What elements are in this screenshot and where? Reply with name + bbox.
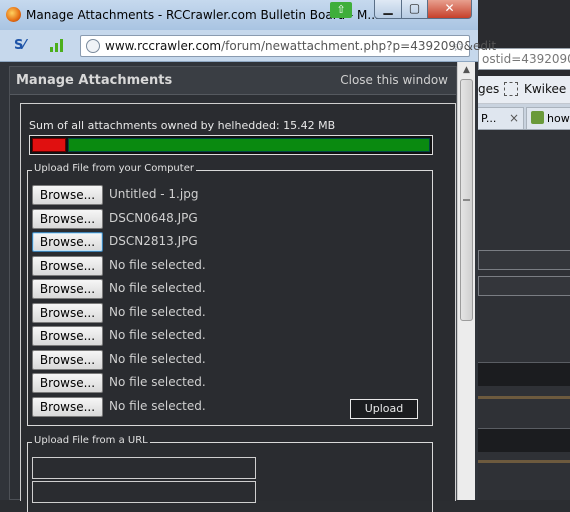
navigation-bar: S⁄ www.rccrawler.com/forum/newattachment… bbox=[0, 30, 496, 62]
panel-header: Manage Attachments Close this window bbox=[10, 67, 456, 95]
file-name: No file selected. bbox=[109, 375, 206, 389]
background-url-text: ostid=4392090 bbox=[482, 52, 570, 66]
browse-button[interactable]: Browse... bbox=[32, 373, 103, 393]
file-row: Browse... DSCN0648.JPG bbox=[32, 208, 422, 229]
browse-button[interactable]: Browse... bbox=[32, 255, 103, 276]
file-row: Browse... No file selected. bbox=[32, 279, 422, 299]
browse-button[interactable]: Browse... bbox=[32, 279, 103, 299]
attachments-sum-text: Sum of all attachments owned by helhedde… bbox=[29, 119, 336, 132]
file-row: Browse... DSCN2813.JPG bbox=[32, 232, 422, 252]
stumbleupon-icon[interactable]: S⁄ bbox=[14, 38, 32, 54]
file-row: Browse... Untitled - 1.jpg bbox=[32, 185, 422, 205]
url-input[interactable] bbox=[32, 457, 256, 479]
quota-used-segment bbox=[32, 138, 66, 152]
page-content: Manage Attachments Close this window Sum… bbox=[0, 62, 478, 512]
quota-free-segment bbox=[68, 138, 430, 152]
maximize-button[interactable]: ▢ bbox=[401, 0, 428, 19]
bookmark-star-icon[interactable]: ☆ bbox=[452, 37, 465, 55]
url-host: www.rccrawler.com bbox=[105, 39, 222, 53]
upload-from-computer-group: Upload File from your Computer Browse...… bbox=[27, 163, 433, 426]
manage-attachments-panel: Manage Attachments Close this window Sum… bbox=[9, 66, 457, 512]
background-row bbox=[478, 362, 570, 386]
background-tab-strip: P... × how r bbox=[470, 104, 570, 130]
url-text: www.rccrawler.com/forum/newattachment.ph… bbox=[105, 39, 496, 53]
background-row bbox=[478, 428, 570, 452]
scrollbar-grip-icon bbox=[463, 199, 470, 201]
browse-button[interactable]: Browse... bbox=[32, 185, 103, 205]
background-bookmarks-bar: ges Kwikee bbox=[470, 76, 570, 104]
upload-notification-icon[interactable]: ⇧ bbox=[330, 2, 352, 18]
file-name: No file selected. bbox=[109, 281, 206, 295]
background-divider bbox=[478, 396, 570, 399]
firefox-icon bbox=[6, 7, 21, 22]
file-name: No file selected. bbox=[109, 398, 206, 413]
attachments-popup-window: Manage Attachments - RCCrawler.com Bulle… bbox=[0, 0, 496, 512]
file-name: DSCN0648.JPG bbox=[109, 210, 198, 225]
vertical-scrollbar[interactable]: ▲ bbox=[457, 62, 475, 500]
browse-button[interactable]: Browse... bbox=[32, 396, 103, 417]
file-name: No file selected. bbox=[109, 304, 206, 319]
file-name: DSCN2813.JPG bbox=[109, 234, 198, 248]
bookmark-item[interactable]: Kwikee bbox=[524, 82, 566, 96]
bookmark-item[interactable]: ges bbox=[478, 82, 499, 96]
background-tab[interactable]: P... × bbox=[476, 107, 524, 129]
file-row: Browse... No file selected. bbox=[32, 373, 422, 393]
plant-favicon-icon bbox=[531, 111, 544, 124]
scrollbar-thumb[interactable] bbox=[460, 79, 473, 321]
scroll-up-arrow-icon[interactable]: ▲ bbox=[458, 62, 475, 79]
signal-bars-icon[interactable] bbox=[50, 38, 66, 52]
file-name: No file selected. bbox=[109, 351, 206, 366]
file-row: Browse... No file selected. bbox=[32, 302, 422, 323]
file-name: Untitled - 1.jpg bbox=[109, 187, 199, 201]
attachments-body: Sum of all attachments owned by helhedde… bbox=[20, 103, 456, 512]
title-bar[interactable]: Manage Attachments - RCCrawler.com Bulle… bbox=[0, 0, 478, 30]
browse-button[interactable]: Browse... bbox=[32, 208, 103, 229]
browse-button[interactable]: Browse... bbox=[32, 302, 103, 323]
file-row: Browse... No file selected. bbox=[32, 326, 422, 346]
browse-button[interactable]: Browse... bbox=[32, 232, 103, 252]
background-field bbox=[478, 276, 570, 296]
close-window-button[interactable]: ✕ bbox=[427, 0, 472, 19]
upload-computer-legend: Upload File from your Computer bbox=[32, 163, 196, 174]
browse-button[interactable]: Browse... bbox=[32, 349, 103, 370]
upload-button[interactable]: Upload bbox=[350, 399, 418, 419]
quota-bar bbox=[29, 135, 433, 155]
upload-from-url-group: Upload File from a URL bbox=[27, 435, 433, 512]
file-name: No file selected. bbox=[109, 257, 206, 272]
address-bar[interactable]: www.rccrawler.com/forum/newattachment.ph… bbox=[80, 35, 496, 57]
tab-label: P... bbox=[481, 112, 497, 125]
panel-title: Manage Attachments bbox=[16, 73, 173, 88]
tab-label: how r bbox=[547, 112, 570, 125]
file-row: Browse... No file selected. bbox=[32, 349, 422, 370]
background-divider bbox=[478, 460, 570, 463]
browse-button[interactable]: Browse... bbox=[32, 326, 103, 346]
upload-url-legend: Upload File from a URL bbox=[32, 435, 150, 446]
file-name: No file selected. bbox=[109, 328, 206, 342]
background-tab[interactable]: how r bbox=[526, 107, 570, 129]
bookmark-folder-icon bbox=[504, 82, 518, 96]
close-tab-icon[interactable]: × bbox=[509, 111, 519, 125]
close-window-link[interactable]: Close this window bbox=[340, 73, 448, 87]
file-row: Browse... No file selected. bbox=[32, 255, 422, 276]
background-field bbox=[478, 250, 570, 270]
minimize-button[interactable]: ▁ bbox=[374, 0, 402, 19]
globe-icon bbox=[86, 39, 100, 53]
